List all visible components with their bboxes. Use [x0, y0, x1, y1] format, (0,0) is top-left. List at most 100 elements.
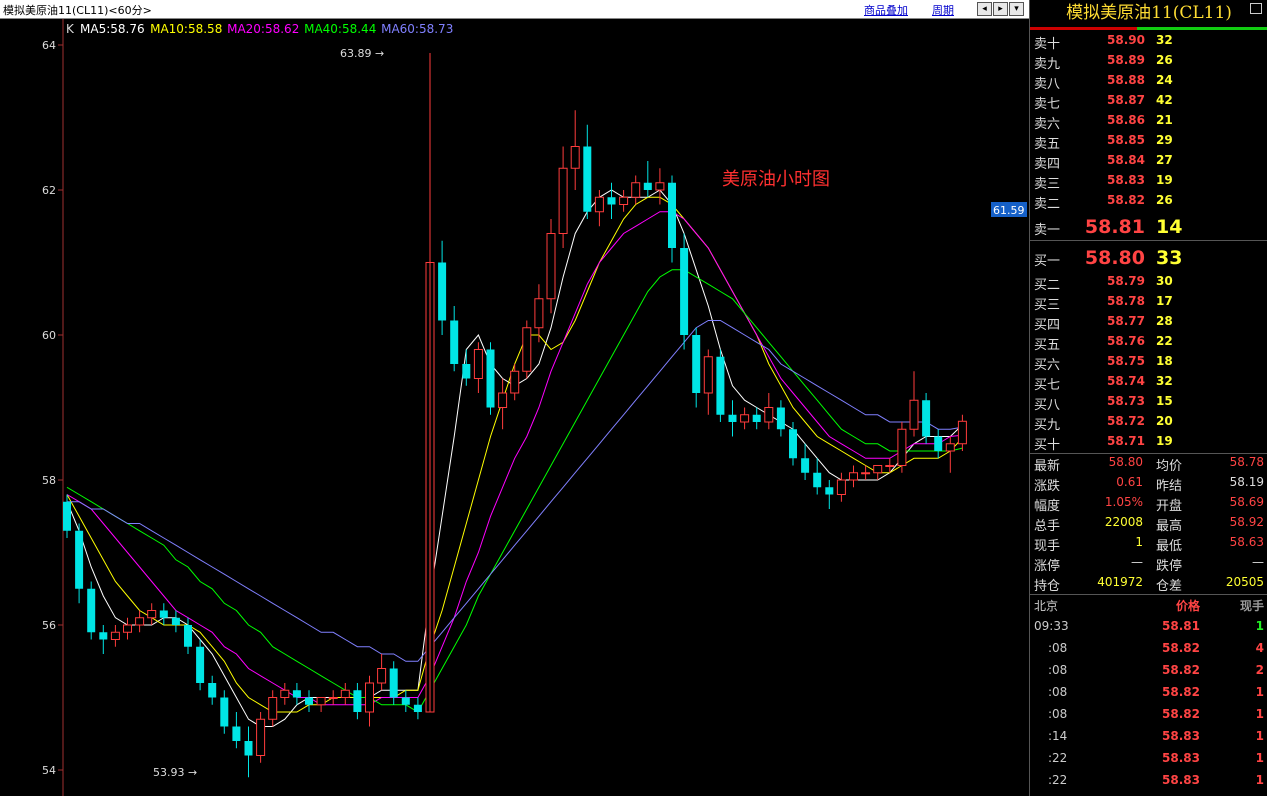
stat-value: 1	[1135, 535, 1143, 549]
tick-time: :22	[1048, 751, 1068, 765]
candle-body	[546, 233, 556, 300]
bid-label: 买一	[1034, 254, 1061, 269]
divider	[1030, 240, 1267, 241]
bid-volume: 20	[1156, 414, 1173, 428]
ask-price: 58.85	[1107, 133, 1145, 147]
stat-label: 均价	[1156, 459, 1183, 474]
bid-row: 买二 58.79 30	[1030, 272, 1267, 293]
ask-label: 卖七	[1034, 97, 1061, 112]
candle-body	[340, 689, 350, 698]
bid-label: 买八	[1034, 398, 1061, 413]
tick-qty: 1	[1255, 685, 1264, 699]
tick-row: 09:33 58.81 1	[1030, 617, 1267, 637]
y-tick-label: 56	[42, 619, 56, 632]
stat-row: 最新 58.80 均价 58.78	[1030, 453, 1267, 474]
candle-body	[268, 697, 278, 720]
tick-row: :14 58.83 1	[1030, 727, 1267, 747]
y-tick-label: 54	[42, 764, 56, 777]
stat-label: 涨跌	[1034, 479, 1061, 494]
stat-value: —	[1131, 555, 1143, 569]
ask-volume: 27	[1156, 153, 1173, 167]
tick-price: 58.82	[1162, 685, 1200, 699]
maximize-icon[interactable]	[1250, 3, 1262, 14]
bid-row: 买五 58.76 22	[1030, 332, 1267, 353]
bid-price: 58.78	[1107, 294, 1145, 308]
window-title-bar: 模拟美原油11(CL11)<60分> 商品叠加 周期 ◂ ▸ ▾	[0, 0, 1029, 19]
tick-qty: 1	[1255, 729, 1264, 743]
bid-price: 58.79	[1107, 274, 1145, 288]
bid-label: 买五	[1034, 338, 1061, 353]
stat-row: 涨停 — 跌停 —	[1030, 553, 1267, 574]
stat-value: —	[1252, 555, 1264, 569]
tick-qty: 1	[1255, 707, 1264, 721]
candle-body	[292, 690, 301, 698]
candle-body	[922, 400, 931, 437]
bid-label: 买二	[1034, 278, 1061, 293]
candle-body	[196, 646, 205, 683]
stat-label: 幅度	[1034, 499, 1061, 514]
bid-price: 58.72	[1107, 414, 1145, 428]
bid-volume: 17	[1156, 294, 1173, 308]
tick-header-price: 价格	[1175, 599, 1200, 613]
ask-label: 卖九	[1034, 57, 1061, 72]
stat-value: 58.63	[1229, 535, 1264, 549]
ask-row: 卖五 58.85 29	[1030, 131, 1267, 152]
overlay-menu-link[interactable]: 商品叠加	[864, 2, 908, 18]
candle-body	[789, 429, 797, 459]
candle-body	[473, 349, 483, 379]
ask-label: 卖五	[1034, 137, 1061, 152]
stat-label: 昨结	[1156, 479, 1183, 494]
candle-body	[389, 668, 398, 698]
candle-body	[522, 327, 532, 372]
tick-qty: 4	[1255, 641, 1264, 655]
tick-qty: 2	[1255, 663, 1264, 677]
ask-price: 58.88	[1107, 73, 1145, 87]
ask-row: 卖二 58.82 26	[1030, 191, 1267, 212]
period-menu-link[interactable]: 周期	[932, 2, 954, 18]
bid-row: 买九 58.72 20	[1030, 412, 1267, 433]
candle-body	[897, 428, 907, 466]
ask-volume: 26	[1156, 53, 1173, 67]
tick-row: :08 58.82 1	[1030, 705, 1267, 725]
bid-row: 买六 58.75 18	[1030, 352, 1267, 373]
bid-price: 58.73	[1107, 394, 1145, 408]
ask-label: 卖二	[1034, 197, 1061, 212]
ask-price: 58.90	[1107, 33, 1145, 47]
tick-row: :22 58.83 1	[1030, 749, 1267, 769]
candle-body	[558, 167, 568, 234]
candlestick-chart[interactable]: 64 62 60 58 56 54 K MA5:58.76 MA10:58.58 MA20:5…	[0, 19, 1029, 796]
candle-body	[849, 472, 858, 481]
stat-value: 58.19	[1229, 475, 1264, 489]
bid-volume: 15	[1156, 394, 1173, 408]
candle-body	[570, 146, 580, 169]
nav-right-icon[interactable]: ▸	[993, 2, 1008, 16]
y-tick-label: 60	[42, 329, 56, 342]
ask-volume: 26	[1156, 193, 1173, 207]
candle-body	[716, 356, 725, 415]
bid-row: 买八 58.73 15	[1030, 392, 1267, 413]
candle-body	[244, 741, 253, 756]
ask-row: 卖三 58.83 19	[1030, 171, 1267, 192]
tick-time: :08	[1048, 707, 1068, 721]
stat-label: 最低	[1156, 539, 1183, 554]
candle-body	[909, 399, 919, 430]
candle-body	[365, 682, 374, 713]
stat-label: 总手	[1034, 519, 1061, 534]
candle-body	[861, 472, 871, 475]
tick-header: 北京 价格 现手	[1030, 595, 1267, 615]
tick-time: :22	[1048, 773, 1068, 787]
candle-body	[643, 182, 652, 190]
ask-label: 卖四	[1034, 157, 1061, 172]
nav-left-icon[interactable]: ◂	[977, 2, 992, 16]
ask-price: 58.87	[1107, 93, 1145, 107]
tick-qty: 1	[1255, 619, 1264, 633]
ma-legend-item: MA5:58.76	[80, 22, 145, 36]
nav-menu-icon[interactable]: ▾	[1009, 2, 1024, 16]
ask-price: 58.81	[1084, 216, 1145, 238]
candle-body	[220, 697, 229, 727]
stat-row: 现手 1 最低 58.63	[1030, 533, 1267, 554]
stat-value: 58.78	[1229, 455, 1264, 469]
candle-body	[316, 697, 326, 706]
candle-body	[619, 196, 629, 205]
candle-body	[945, 443, 955, 452]
